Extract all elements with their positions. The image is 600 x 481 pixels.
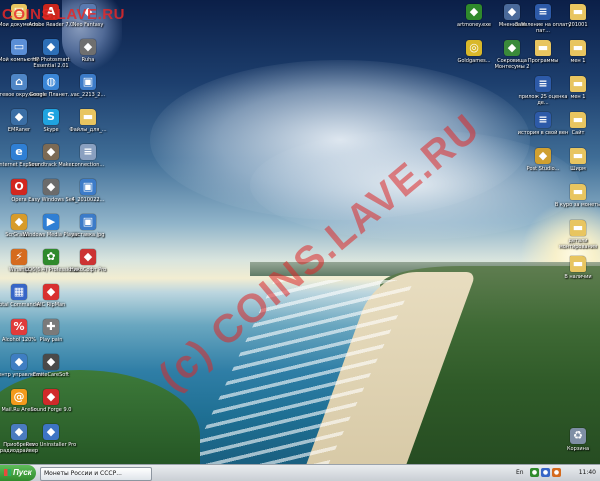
tray-icon[interactable]: ● xyxy=(530,468,539,477)
shortcut-label: Сайт xyxy=(571,130,585,136)
corner-watermark: COINS.LAVE.RU xyxy=(2,6,125,23)
folder-icon: ▬ xyxy=(570,112,586,128)
google-earth-icon: ◍ xyxy=(43,74,59,90)
document-file-icon: ≡ xyxy=(80,144,96,160)
desktop-shortcut[interactable]: ▬ Сайт xyxy=(549,112,600,136)
desktop-shortcut[interactable]: ▣ заставка.jpg xyxy=(59,214,117,238)
app-icon: ◆ xyxy=(80,39,96,55)
gamepad-icon: ✚ xyxy=(43,319,59,335)
desktop-shortcut[interactable]: ◆ Ruha xyxy=(59,39,117,63)
language-indicator[interactable]: En xyxy=(516,467,524,479)
shortcut-label: В наличии xyxy=(564,274,592,280)
folder-icon: ▬ xyxy=(570,184,586,200)
app-icon: ◆ xyxy=(80,249,96,265)
folder-icon: ▬ xyxy=(570,76,586,92)
shortcut-label: vac_2213_2... xyxy=(70,92,106,98)
shortcut-label: НикоСофт Pro xyxy=(69,267,107,273)
shortcut-label: 201001 xyxy=(568,22,588,28)
icq-icon: ✿ xyxy=(43,249,59,265)
folder-icon: ▬ xyxy=(80,109,96,125)
desktop-shortcut[interactable]: ▬ мен 1 xyxy=(549,76,600,100)
desktop-shortcut[interactable]: ≡ connection... xyxy=(59,144,117,168)
desktop-shortcut[interactable]: ▬ В куро за монеты xyxy=(549,184,600,208)
image-file-icon: ▣ xyxy=(80,74,96,90)
shortcut-label: Ruha xyxy=(81,57,95,63)
desktop-shortcut[interactable]: ◆ Revo Uninstaller Pro xyxy=(22,424,80,448)
revo-uninstaller-icon: ◆ xyxy=(43,424,59,440)
shortcut-label: Sound Forge 9.0 xyxy=(30,407,72,413)
folder-icon: ▬ xyxy=(570,220,586,236)
recycle-bin-icon: ♻ xyxy=(570,428,586,444)
hp-photosmart-icon: ◆ xyxy=(43,39,59,55)
shortcut-label: мен 1 xyxy=(570,58,586,64)
desktop-shortcut[interactable]: ▬ Ширм xyxy=(549,148,600,172)
taskbar-window-button[interactable]: Монеты России и СССР... xyxy=(40,467,152,481)
shortcut-label: Revo Uninstaller Pro xyxy=(25,442,77,448)
taskbar-window-label: Монеты России и СССР... xyxy=(44,470,122,477)
start-button[interactable]: Пуск xyxy=(0,465,36,481)
shortcut-label: Play pain xyxy=(39,337,63,343)
shortcut-label: мен 1 xyxy=(570,94,586,100)
shortcut-label: детали монтирования xyxy=(558,238,598,250)
shortcut-label: заставка.jpg xyxy=(71,232,105,238)
folder-icon: ▬ xyxy=(570,40,586,56)
media-player-icon: ▶ xyxy=(43,214,59,230)
desktop-shortcut[interactable]: ▣ 4_2010022... xyxy=(59,179,117,203)
desktop: ▤Мои документы▭Мой компьютер⌂Сетевое окр… xyxy=(0,0,600,464)
windows-flag-icon xyxy=(4,469,11,476)
shortcut-label: Корзина xyxy=(566,446,590,452)
desktop-shortcut[interactable]: ♻ Корзина xyxy=(549,428,600,452)
tray-icon[interactable]: ● xyxy=(541,468,550,477)
folder-icon: ▬ xyxy=(570,148,586,164)
artmoney-icon: ◆ xyxy=(466,4,482,20)
desktop-shortcut[interactable]: ▣ vac_2213_2... xyxy=(59,74,117,98)
desktop-shortcut[interactable]: ▬ Файлы_для_... xyxy=(59,109,117,133)
app-icon: ◆ xyxy=(43,354,59,370)
app-icon: ◆ xyxy=(43,179,59,195)
shortcut-label: Ширм xyxy=(570,166,586,172)
shortcut-label: connection... xyxy=(71,162,105,168)
desktop-shortcut[interactable]: ◆ НикоСофт Pro xyxy=(59,249,117,273)
desktop-shortcut[interactable]: ✚ Play pain xyxy=(22,319,80,343)
desktop-shortcut[interactable]: ◆ Sound Forge 9.0 xyxy=(22,389,80,413)
clock: 11:40 xyxy=(578,469,596,476)
desktop-shortcut[interactable]: ▬ мен 1 xyxy=(549,40,600,64)
image-file-icon: ▣ xyxy=(80,179,96,195)
start-label: Пуск xyxy=(13,468,32,477)
sound-forge-icon: ◆ xyxy=(43,389,59,405)
shortcut-label: 4_2010022... xyxy=(71,197,105,203)
shortcut-label: В куро за монеты xyxy=(554,202,600,208)
desktop-shortcut[interactable]: ◆ EmiteCareSoft xyxy=(22,354,80,378)
taskbar: Пуск Монеты России и СССР... En ● ● ● 11… xyxy=(0,464,600,481)
ripman-icon: ◆ xyxy=(43,284,59,300)
shortcut-label: EmiteCareSoft xyxy=(33,372,69,378)
disc-icon: ◎ xyxy=(466,40,482,56)
shortcut-label: AIC RipMan xyxy=(36,302,66,308)
folder-icon: ▬ xyxy=(570,4,586,20)
skype-icon: S xyxy=(43,109,59,125)
image-file-icon: ▣ xyxy=(80,214,96,230)
desktop-shortcut[interactable]: ▬ 201001 xyxy=(549,4,600,28)
app-icon: ◆ xyxy=(43,144,59,160)
tray-icon[interactable]: ● xyxy=(552,468,561,477)
shortcut-label: Файлы_для_... xyxy=(69,127,107,133)
desktop-shortcut[interactable]: ▬ В наличии xyxy=(549,256,600,280)
desktop-shortcut[interactable]: ◆ AIC RipMan xyxy=(22,284,80,308)
desktop-shortcut[interactable]: ▬ детали монтирования xyxy=(549,220,600,250)
folder-icon: ▬ xyxy=(570,256,586,272)
